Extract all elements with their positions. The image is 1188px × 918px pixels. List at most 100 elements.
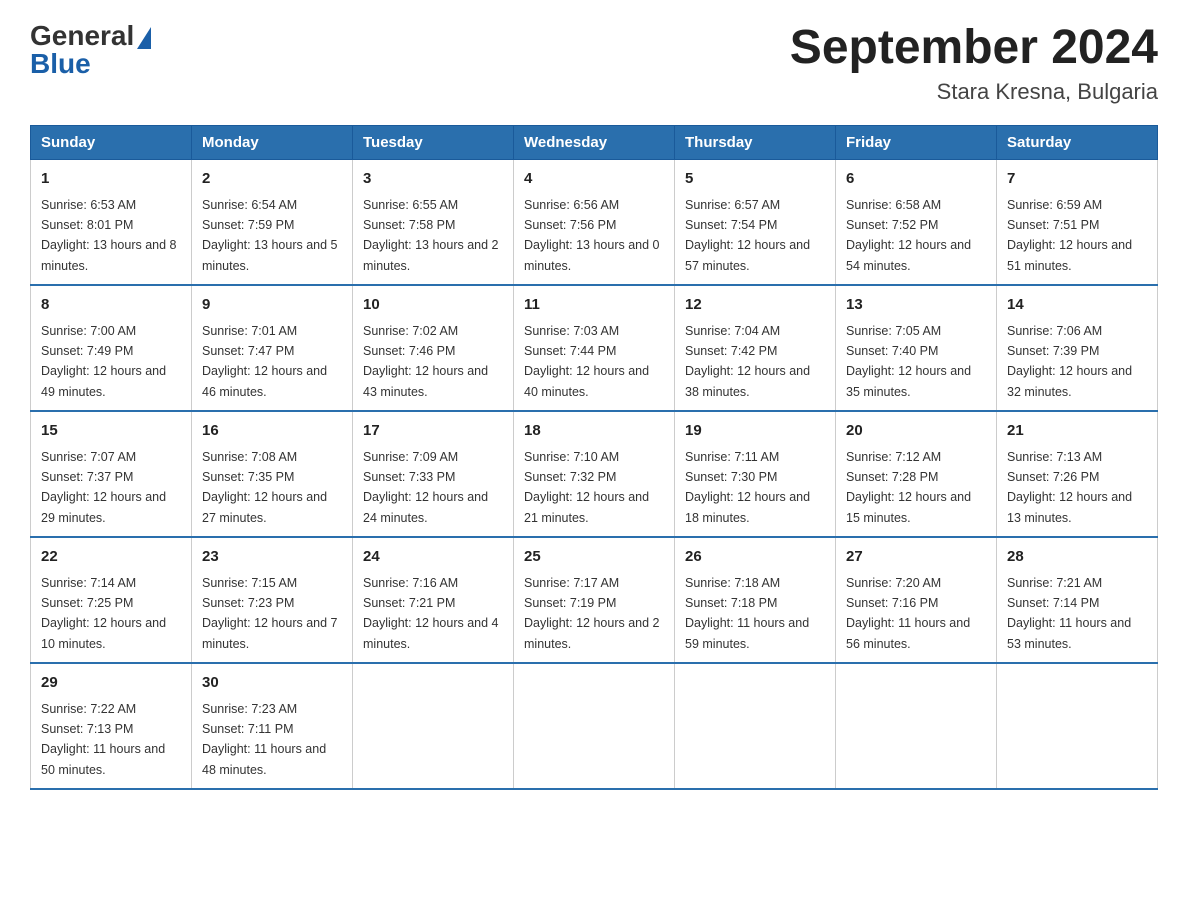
calendar-cell: 1 Sunrise: 6:53 AMSunset: 8:01 PMDayligh… [31,160,192,286]
calendar-cell: 8 Sunrise: 7:00 AMSunset: 7:49 PMDayligh… [31,285,192,411]
day-info: Sunrise: 7:20 AMSunset: 7:16 PMDaylight:… [846,576,970,651]
day-number: 26 [685,546,825,569]
day-number: 19 [685,420,825,443]
header-tuesday: Tuesday [353,126,514,160]
day-info: Sunrise: 7:17 AMSunset: 7:19 PMDaylight:… [524,576,660,651]
day-number: 29 [41,672,181,695]
calendar-cell: 12 Sunrise: 7:04 AMSunset: 7:42 PMDaylig… [675,285,836,411]
header-sunday: Sunday [31,126,192,160]
day-info: Sunrise: 6:54 AMSunset: 7:59 PMDaylight:… [202,198,338,273]
day-info: Sunrise: 6:59 AMSunset: 7:51 PMDaylight:… [1007,198,1132,273]
day-number: 15 [41,420,181,443]
day-info: Sunrise: 7:08 AMSunset: 7:35 PMDaylight:… [202,450,327,525]
week-row-4: 22 Sunrise: 7:14 AMSunset: 7:25 PMDaylig… [31,537,1158,663]
day-info: Sunrise: 7:01 AMSunset: 7:47 PMDaylight:… [202,324,327,399]
day-number: 21 [1007,420,1147,443]
day-number: 9 [202,294,342,317]
header-monday: Monday [192,126,353,160]
day-info: Sunrise: 7:06 AMSunset: 7:39 PMDaylight:… [1007,324,1132,399]
weekday-header-row: Sunday Monday Tuesday Wednesday Thursday… [31,126,1158,160]
day-info: Sunrise: 6:57 AMSunset: 7:54 PMDaylight:… [685,198,810,273]
day-info: Sunrise: 6:53 AMSunset: 8:01 PMDaylight:… [41,198,177,273]
calendar-cell: 6 Sunrise: 6:58 AMSunset: 7:52 PMDayligh… [836,160,997,286]
day-number: 16 [202,420,342,443]
calendar-cell: 29 Sunrise: 7:22 AMSunset: 7:13 PMDaylig… [31,663,192,789]
day-info: Sunrise: 7:23 AMSunset: 7:11 PMDaylight:… [202,702,326,777]
day-number: 23 [202,546,342,569]
day-number: 10 [363,294,503,317]
day-info: Sunrise: 7:00 AMSunset: 7:49 PMDaylight:… [41,324,166,399]
calendar-cell: 9 Sunrise: 7:01 AMSunset: 7:47 PMDayligh… [192,285,353,411]
calendar-cell: 21 Sunrise: 7:13 AMSunset: 7:26 PMDaylig… [997,411,1158,537]
day-number: 3 [363,168,503,191]
calendar-cell: 15 Sunrise: 7:07 AMSunset: 7:37 PMDaylig… [31,411,192,537]
logo-triangle-icon [137,27,151,49]
day-info: Sunrise: 7:14 AMSunset: 7:25 PMDaylight:… [41,576,166,651]
day-info: Sunrise: 7:03 AMSunset: 7:44 PMDaylight:… [524,324,649,399]
calendar-cell [353,663,514,789]
calendar-cell: 22 Sunrise: 7:14 AMSunset: 7:25 PMDaylig… [31,537,192,663]
calendar-cell: 18 Sunrise: 7:10 AMSunset: 7:32 PMDaylig… [514,411,675,537]
day-info: Sunrise: 7:10 AMSunset: 7:32 PMDaylight:… [524,450,649,525]
day-info: Sunrise: 6:55 AMSunset: 7:58 PMDaylight:… [363,198,499,273]
day-info: Sunrise: 7:21 AMSunset: 7:14 PMDaylight:… [1007,576,1131,651]
calendar-cell: 4 Sunrise: 6:56 AMSunset: 7:56 PMDayligh… [514,160,675,286]
calendar-cell: 5 Sunrise: 6:57 AMSunset: 7:54 PMDayligh… [675,160,836,286]
header-thursday: Thursday [675,126,836,160]
header-wednesday: Wednesday [514,126,675,160]
day-info: Sunrise: 7:18 AMSunset: 7:18 PMDaylight:… [685,576,809,651]
day-number: 25 [524,546,664,569]
day-number: 5 [685,168,825,191]
week-row-5: 29 Sunrise: 7:22 AMSunset: 7:13 PMDaylig… [31,663,1158,789]
day-number: 1 [41,168,181,191]
page-header: General Blue September 2024 Stara Kresna… [30,20,1158,105]
day-info: Sunrise: 7:04 AMSunset: 7:42 PMDaylight:… [685,324,810,399]
day-info: Sunrise: 7:12 AMSunset: 7:28 PMDaylight:… [846,450,971,525]
logo-text-blue: Blue [30,48,91,80]
day-info: Sunrise: 7:11 AMSunset: 7:30 PMDaylight:… [685,450,810,525]
calendar-cell: 14 Sunrise: 7:06 AMSunset: 7:39 PMDaylig… [997,285,1158,411]
calendar-cell: 23 Sunrise: 7:15 AMSunset: 7:23 PMDaylig… [192,537,353,663]
calendar-cell: 27 Sunrise: 7:20 AMSunset: 7:16 PMDaylig… [836,537,997,663]
calendar-cell: 3 Sunrise: 6:55 AMSunset: 7:58 PMDayligh… [353,160,514,286]
day-number: 14 [1007,294,1147,317]
week-row-3: 15 Sunrise: 7:07 AMSunset: 7:37 PMDaylig… [31,411,1158,537]
day-info: Sunrise: 6:56 AMSunset: 7:56 PMDaylight:… [524,198,660,273]
day-number: 28 [1007,546,1147,569]
week-row-1: 1 Sunrise: 6:53 AMSunset: 8:01 PMDayligh… [31,160,1158,286]
header-saturday: Saturday [997,126,1158,160]
day-number: 12 [685,294,825,317]
day-number: 22 [41,546,181,569]
day-info: Sunrise: 7:13 AMSunset: 7:26 PMDaylight:… [1007,450,1132,525]
day-number: 4 [524,168,664,191]
day-info: Sunrise: 7:22 AMSunset: 7:13 PMDaylight:… [41,702,165,777]
day-number: 30 [202,672,342,695]
calendar-cell [836,663,997,789]
calendar-cell: 20 Sunrise: 7:12 AMSunset: 7:28 PMDaylig… [836,411,997,537]
day-info: Sunrise: 7:15 AMSunset: 7:23 PMDaylight:… [202,576,338,651]
day-number: 7 [1007,168,1147,191]
day-info: Sunrise: 7:02 AMSunset: 7:46 PMDaylight:… [363,324,488,399]
day-info: Sunrise: 7:05 AMSunset: 7:40 PMDaylight:… [846,324,971,399]
day-number: 24 [363,546,503,569]
day-number: 6 [846,168,986,191]
logo: General Blue [30,20,151,80]
day-info: Sunrise: 7:16 AMSunset: 7:21 PMDaylight:… [363,576,499,651]
calendar-cell: 25 Sunrise: 7:17 AMSunset: 7:19 PMDaylig… [514,537,675,663]
header-friday: Friday [836,126,997,160]
day-number: 2 [202,168,342,191]
calendar-cell: 11 Sunrise: 7:03 AMSunset: 7:44 PMDaylig… [514,285,675,411]
week-row-2: 8 Sunrise: 7:00 AMSunset: 7:49 PMDayligh… [31,285,1158,411]
day-number: 18 [524,420,664,443]
calendar-cell: 26 Sunrise: 7:18 AMSunset: 7:18 PMDaylig… [675,537,836,663]
day-number: 13 [846,294,986,317]
day-number: 20 [846,420,986,443]
day-info: Sunrise: 7:07 AMSunset: 7:37 PMDaylight:… [41,450,166,525]
calendar-cell: 28 Sunrise: 7:21 AMSunset: 7:14 PMDaylig… [997,537,1158,663]
calendar-cell: 17 Sunrise: 7:09 AMSunset: 7:33 PMDaylig… [353,411,514,537]
calendar-cell: 13 Sunrise: 7:05 AMSunset: 7:40 PMDaylig… [836,285,997,411]
calendar-cell [514,663,675,789]
title-section: September 2024 Stara Kresna, Bulgaria [790,20,1158,105]
day-info: Sunrise: 6:58 AMSunset: 7:52 PMDaylight:… [846,198,971,273]
calendar-cell [997,663,1158,789]
